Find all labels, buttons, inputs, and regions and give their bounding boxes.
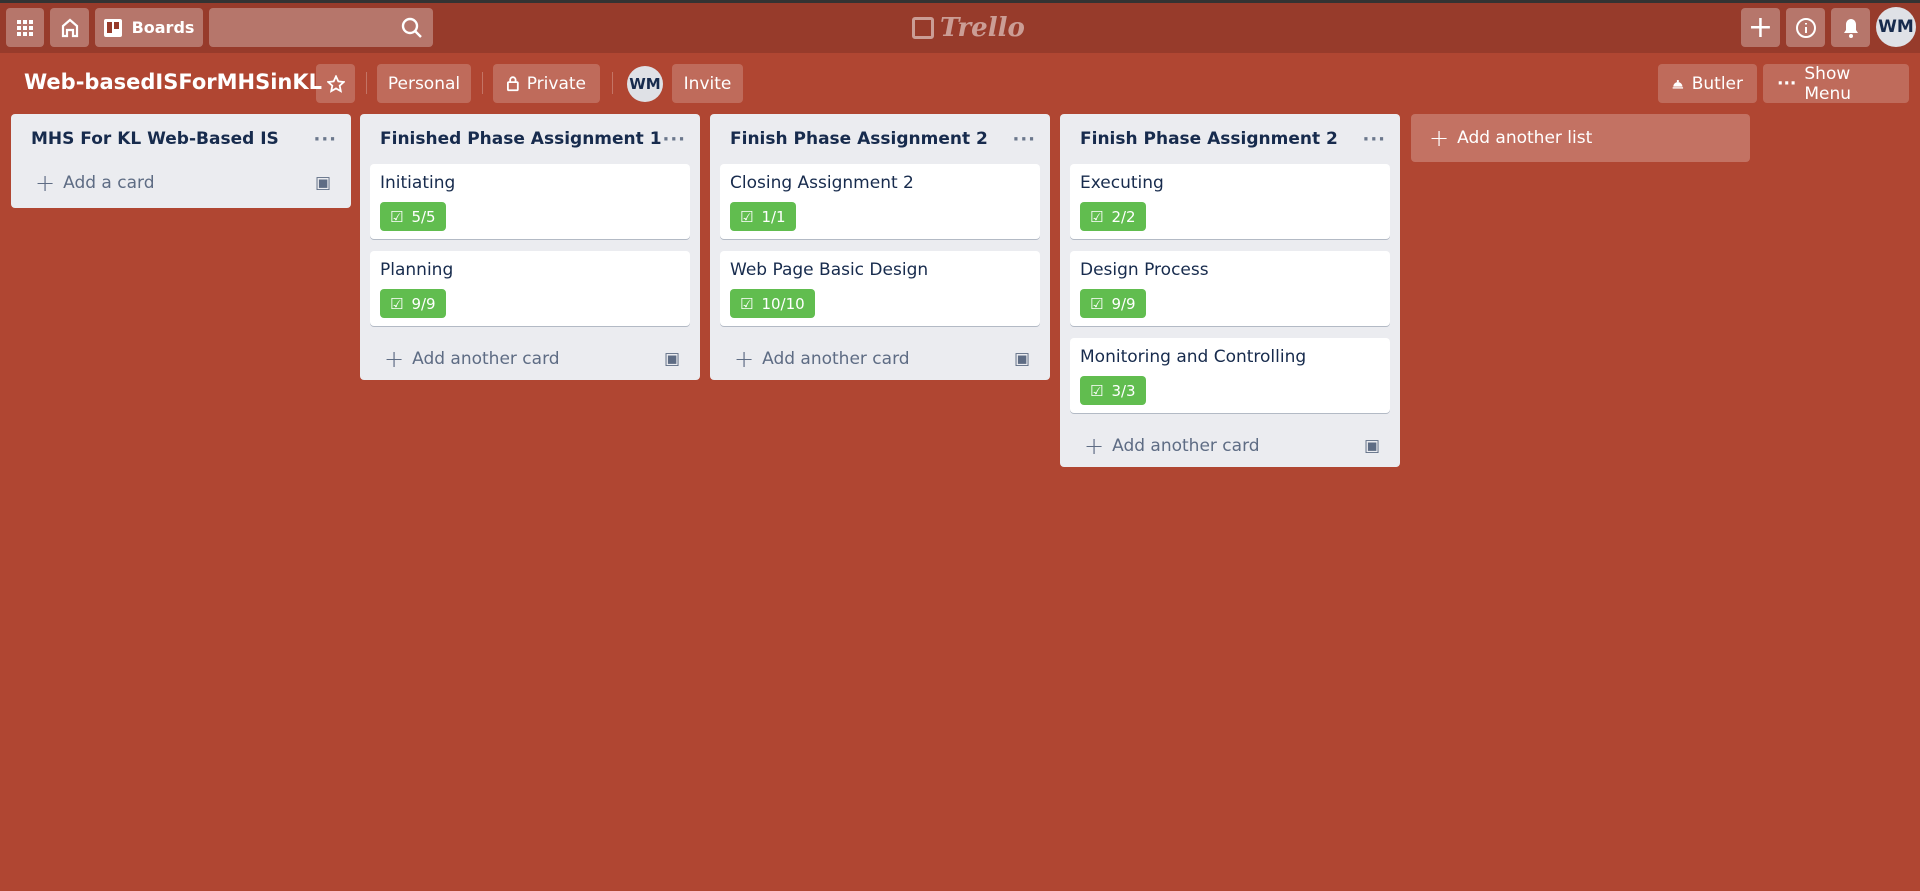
add-card-label: Add another card [412,349,560,369]
more-dots-icon: ··· [1777,73,1797,94]
card-template-icon[interactable]: ▣ [1364,436,1380,456]
plus-icon: + [734,345,755,373]
list: Finish Phase Assignment 2 ··· Executing ☑ 2… [1060,114,1400,467]
checklist-badge: ☑ 3/3 [1080,376,1146,405]
checklist-badge: ☑ 9/9 [380,289,446,318]
boards-button[interactable]: Boards [95,8,203,47]
plus-icon: + [384,345,405,373]
checklist-icon: ☑ [390,207,404,226]
star-board-button[interactable] [316,64,355,103]
card-template-icon[interactable]: ▣ [315,173,331,193]
search-icon [401,17,422,38]
card-title: Monitoring and Controlling [1080,347,1307,367]
checklist-badge: ☑ 2/2 [1080,202,1146,231]
card[interactable]: Initiating ☑ 5/5 [370,164,690,239]
list: Finish Phase Assignment 2 ··· Closing Ass… [710,114,1050,380]
card-template-icon[interactable]: ▣ [664,349,680,369]
show-menu-label: Show Menu [1804,63,1852,104]
list-title[interactable]: Finish Phase Assignment 2 [1080,129,1338,149]
card-template-icon[interactable]: ▣ [1014,349,1030,369]
card-title: Initiating [380,173,456,193]
card[interactable]: Closing Assignment 2 ☑ 1/1 [720,164,1040,239]
user-avatar[interactable]: WM [1876,7,1916,47]
checklist-badge: ☑ 10/10 [730,289,815,318]
card[interactable]: Monitoring and Controlling ☑ 3/3 [1070,338,1390,413]
add-card-label: Add a card [63,173,155,193]
checklist-icon: ☑ [740,207,754,226]
list: Finished Phase Assignment 1 ··· Initiatin… [360,114,700,380]
card[interactable]: Design Process ☑ 9/9 [1070,251,1390,326]
divider [366,72,367,94]
list-title[interactable]: MHS For KL Web-Based IS [31,129,279,149]
star-icon [326,74,345,93]
board-title[interactable]: Web-basedISForMHSinKL [24,70,322,94]
card-title: Executing [1080,173,1164,193]
card-title: Web Page Basic Design [730,260,929,280]
privacy-label: Private [526,73,586,94]
card[interactable]: Planning ☑ 9/9 [370,251,690,326]
plus-icon: + [35,169,56,197]
list-menu-icon[interactable]: ··· [1362,129,1386,150]
lock-icon [507,76,519,92]
add-card-button[interactable]: + Add another card ▣ [710,338,1050,380]
checklist-badge: ☑ 9/9 [1080,289,1146,318]
checklist-icon: ☑ [1090,207,1104,226]
team-visibility-button[interactable]: Personal [377,64,471,103]
create-plus-icon[interactable]: + [1741,8,1780,47]
top-nav-bar: Boards Trello + WM [0,3,1920,53]
list-title[interactable]: Finish Phase Assignment 2 [730,129,988,149]
show-menu-button[interactable]: ··· Show Menu [1763,63,1909,104]
add-card-label: Add another card [1112,436,1260,456]
member-avatar[interactable]: WM [627,66,663,102]
butler-button[interactable]: Butler [1658,64,1757,103]
card[interactable]: Web Page Basic Design ☑ 10/10 [720,251,1040,326]
add-card-label: Add another card [762,349,910,369]
divider [482,72,483,94]
apps-grid-icon[interactable] [6,8,44,47]
divider [612,72,613,94]
notifications-bell-icon[interactable] [1831,8,1870,47]
card-title: Planning [380,260,454,280]
checklist-icon: ☑ [1090,294,1104,313]
boards-label: Boards [131,18,195,37]
add-card-button[interactable]: + Add another card ▣ [1060,425,1400,467]
card-title: Design Process [1080,260,1209,280]
add-list-label: Add another list [1457,128,1593,148]
list: MHS For KL Web-Based IS ··· + Add a card ▣ [11,114,351,208]
checklist-badge: ☑ 1/1 [730,202,796,231]
add-card-button[interactable]: + Add another card ▣ [360,338,700,380]
list-menu-icon[interactable]: ··· [1012,129,1036,150]
invite-button[interactable]: Invite [672,64,743,103]
info-icon[interactable] [1786,8,1825,47]
list-menu-icon[interactable]: ··· [313,129,337,150]
card-title: Closing Assignment 2 [730,173,914,193]
add-card-button[interactable]: + Add a card ▣ [11,164,351,202]
checklist-icon: ☑ [1090,381,1104,400]
butler-label: Butler [1691,73,1743,94]
card[interactable]: Executing ☑ 2/2 [1070,164,1390,239]
butler-bell-icon [1672,79,1684,89]
privacy-button[interactable]: Private [493,64,600,103]
list-title[interactable]: Finished Phase Assignment 1 [380,129,662,149]
checklist-icon: ☑ [390,294,404,313]
home-icon[interactable] [50,8,89,47]
search-input[interactable] [209,8,433,47]
list-menu-icon[interactable]: ··· [662,129,686,150]
add-list-button[interactable]: + Add another list [1411,114,1750,162]
plus-icon: + [1084,432,1105,460]
plus-icon: + [1429,124,1450,152]
checklist-icon: ☑ [740,294,754,313]
boards-icon [103,18,122,37]
trello-logo[interactable]: Trello [912,13,1025,43]
checklist-badge: ☑ 5/5 [380,202,446,231]
